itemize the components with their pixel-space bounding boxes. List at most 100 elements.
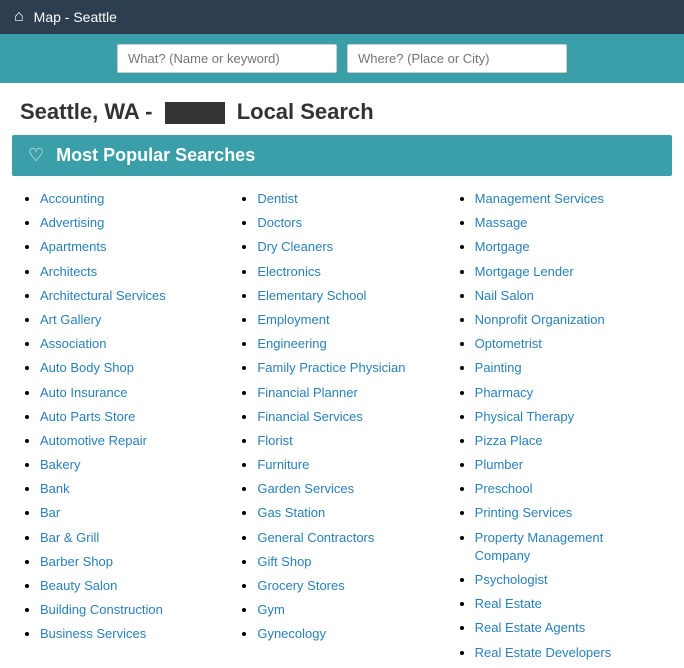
list-item: Massage xyxy=(475,214,660,232)
search-link[interactable]: Real Estate xyxy=(475,596,542,611)
list-item: Engineering xyxy=(257,335,442,353)
search-link[interactable]: Physical Therapy xyxy=(475,409,574,424)
search-link[interactable]: Preschool xyxy=(475,481,533,496)
list-item: Dry Cleaners xyxy=(257,238,442,256)
list-item: Business Services xyxy=(40,625,225,643)
search-link[interactable]: Pharmacy xyxy=(475,385,534,400)
search-bar xyxy=(0,34,684,83)
what-input[interactable] xyxy=(117,44,337,73)
list-item: Barber Shop xyxy=(40,553,225,571)
search-link[interactable]: Mortgage xyxy=(475,239,530,254)
search-link[interactable]: Printing Services xyxy=(475,505,573,520)
search-link[interactable]: Art Gallery xyxy=(40,312,101,327)
search-link[interactable]: Bar xyxy=(40,505,60,520)
search-link[interactable]: Dry Cleaners xyxy=(257,239,333,254)
search-link[interactable]: Business Services xyxy=(40,626,146,641)
search-link[interactable]: Auto Body Shop xyxy=(40,360,134,375)
list-item: Bank xyxy=(40,480,225,498)
list-item: Management Services xyxy=(475,190,660,208)
redacted-block xyxy=(165,102,225,124)
search-link[interactable]: Massage xyxy=(475,215,528,230)
search-link[interactable]: Architects xyxy=(40,264,97,279)
search-link[interactable]: Management Services xyxy=(475,191,604,206)
search-link[interactable]: Bank xyxy=(40,481,70,496)
list-item: Auto Parts Store xyxy=(40,408,225,426)
search-link[interactable]: Nonprofit Organization xyxy=(475,312,605,327)
search-link[interactable]: Bar & Grill xyxy=(40,530,99,545)
search-link[interactable]: Garden Services xyxy=(257,481,354,496)
search-link[interactable]: Grocery Stores xyxy=(257,578,344,593)
list-item: Bar & Grill xyxy=(40,529,225,547)
search-link[interactable]: Psychologist xyxy=(475,572,548,587)
search-link[interactable]: Gynecology xyxy=(257,626,326,641)
search-link[interactable]: Auto Parts Store xyxy=(40,409,135,424)
where-input[interactable] xyxy=(347,44,567,73)
search-link[interactable]: General Contractors xyxy=(257,530,374,545)
list-item: Plumber xyxy=(475,456,660,474)
list-item: Bakery xyxy=(40,456,225,474)
list-item: Automotive Repair xyxy=(40,432,225,450)
search-link[interactable]: Beauty Salon xyxy=(40,578,117,593)
search-link[interactable]: Engineering xyxy=(257,336,326,351)
page-title-prefix: Seattle, WA - xyxy=(20,99,152,124)
search-link[interactable]: Doctors xyxy=(257,215,302,230)
list-item: Psychologist xyxy=(475,571,660,589)
search-link[interactable]: Dentist xyxy=(257,191,297,206)
search-link[interactable]: Mortgage Lender xyxy=(475,264,574,279)
search-link[interactable]: Gift Shop xyxy=(257,554,311,569)
search-link[interactable]: Elementary School xyxy=(257,288,366,303)
list-item: Apartments xyxy=(40,238,225,256)
search-link[interactable]: Real Estate Developers xyxy=(475,645,612,660)
list-item: Financial Services xyxy=(257,408,442,426)
search-link[interactable]: Furniture xyxy=(257,457,309,472)
list-item: Grocery Stores xyxy=(257,577,442,595)
list-item: Architectural Services xyxy=(40,287,225,305)
search-link[interactable]: Architectural Services xyxy=(40,288,166,303)
search-link[interactable]: Association xyxy=(40,336,106,351)
search-link[interactable]: Property Management Company xyxy=(475,530,604,563)
list-item: Preschool xyxy=(475,480,660,498)
list-item: Doctors xyxy=(257,214,442,232)
search-link[interactable]: Advertising xyxy=(40,215,104,230)
list-item: Bar xyxy=(40,504,225,522)
search-link[interactable]: Plumber xyxy=(475,457,523,472)
search-link[interactable]: Florist xyxy=(257,433,292,448)
search-link[interactable]: Pizza Place xyxy=(475,433,543,448)
search-column-col3: Management Services Massage Mortgage Mortga… xyxy=(451,190,668,668)
search-link[interactable]: Nail Salon xyxy=(475,288,534,303)
list-item: Building Construction xyxy=(40,601,225,619)
search-link[interactable]: Building Construction xyxy=(40,602,163,617)
list-item: Beauty Salon xyxy=(40,577,225,595)
list-item: Mortgage xyxy=(475,238,660,256)
search-link[interactable]: Painting xyxy=(475,360,522,375)
search-link[interactable]: Bakery xyxy=(40,457,80,472)
search-link[interactable]: Financial Planner xyxy=(257,385,357,400)
search-link[interactable]: Auto Insurance xyxy=(40,385,127,400)
search-link[interactable]: Financial Services xyxy=(257,409,363,424)
search-link[interactable]: Gas Station xyxy=(257,505,325,520)
search-link[interactable]: Accounting xyxy=(40,191,104,206)
list-item: Florist xyxy=(257,432,442,450)
list-item: Pizza Place xyxy=(475,432,660,450)
list-item: General Contractors xyxy=(257,529,442,547)
list-item: Employment xyxy=(257,311,442,329)
list-item: Gas Station xyxy=(257,504,442,522)
list-item: Financial Planner xyxy=(257,384,442,402)
search-link[interactable]: Barber Shop xyxy=(40,554,113,569)
list-item: Family Practice Physician xyxy=(257,359,442,377)
list-item: Nonprofit Organization xyxy=(475,311,660,329)
list-item: Property Management Company xyxy=(475,529,660,565)
list-item: Garden Services xyxy=(257,480,442,498)
search-link[interactable]: Apartments xyxy=(40,239,106,254)
search-link[interactable]: Real Estate Agents xyxy=(475,620,586,635)
search-link[interactable]: Gym xyxy=(257,602,284,617)
home-icon[interactable]: ⌂ xyxy=(14,8,24,26)
page-title: Seattle, WA - Local Search xyxy=(0,83,684,135)
search-link[interactable]: Automotive Repair xyxy=(40,433,147,448)
search-link[interactable]: Optometrist xyxy=(475,336,542,351)
search-link[interactable]: Employment xyxy=(257,312,329,327)
search-link[interactable]: Family Practice Physician xyxy=(257,360,405,375)
nav-title: Map - Seattle xyxy=(34,9,117,25)
list-item: Furniture xyxy=(257,456,442,474)
search-link[interactable]: Electronics xyxy=(257,264,321,279)
